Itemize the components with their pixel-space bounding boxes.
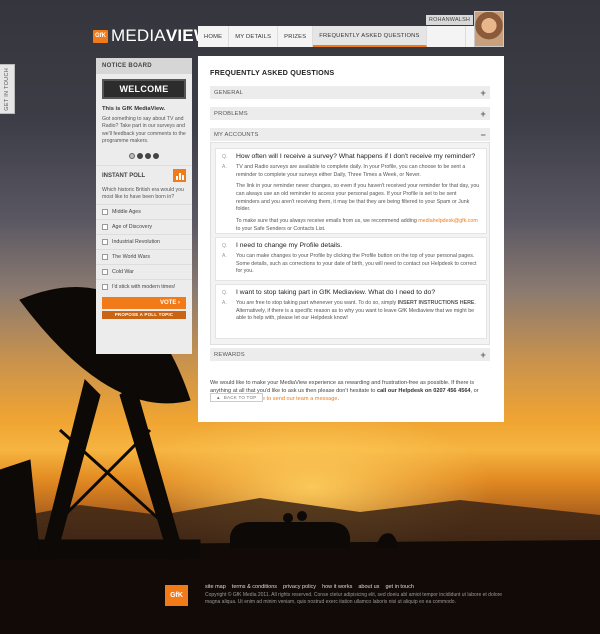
arrow-up-icon: ▲ — [216, 395, 221, 400]
checkbox[interactable] — [102, 253, 108, 260]
poll-option[interactable]: Cold War — [96, 263, 192, 279]
footer-link-about[interactable]: about us — [358, 584, 379, 590]
faq-answer: You are free to stop taking part wheneve… — [222, 300, 480, 323]
poll-option[interactable]: The World Wars — [96, 248, 192, 264]
faq-panel: FREQUENTLY ASKED QUESTIONS GENERAL + PRO… — [198, 56, 504, 422]
nav-home[interactable]: HOME — [198, 26, 230, 47]
poll-option[interactable]: Industrial Revolution — [96, 233, 192, 249]
footer-links: site map terms & conditions privacy poli… — [205, 584, 414, 590]
faq-item: I want to stop taking part in GfK Mediav… — [215, 284, 487, 339]
accordion-rewards[interactable]: REWARDS + — [210, 348, 490, 361]
checkbox[interactable] — [102, 223, 108, 230]
bar-chart-icon — [173, 169, 186, 183]
footer-link-contact[interactable]: get in touch — [385, 584, 413, 590]
username-label: ROHANWALSH — [426, 15, 473, 25]
faq-answer: To make sure that you always receive ema… — [236, 218, 478, 232]
copyright-text: Copyright © GfK Media 2011. All rights r… — [205, 592, 503, 605]
footer-link-site-map[interactable]: site map — [205, 584, 226, 590]
nav-my-details[interactable]: MY DETAILS — [229, 26, 279, 47]
carousel-dot[interactable] — [145, 153, 151, 160]
poll-question: Which historic British era would you mos… — [102, 187, 184, 201]
page-title: FREQUENTLY ASKED QUESTIONS — [210, 68, 335, 77]
notice-board-sidebar: NOTICE BOARD WELCOME This is GfK MediaVi… — [96, 58, 192, 354]
expand-plus-icon: + — [480, 108, 486, 119]
expand-plus-icon: + — [480, 87, 486, 98]
nav-faq[interactable]: FREQUENTLY ASKED QUESTIONS — [313, 26, 427, 47]
footer-link-privacy[interactable]: privacy policy — [283, 584, 316, 590]
main-nav: HOME MY DETAILS PRIZES FREQUENTLY ASKED … — [198, 26, 504, 47]
instant-poll-header: INSTANT POLL — [96, 165, 192, 185]
propose-poll-button[interactable]: PROPOSE A POLL TOPIC — [102, 310, 186, 319]
checkbox[interactable] — [102, 238, 108, 245]
faq-question: I want to stop taking part in GfK Mediav… — [222, 289, 480, 296]
carousel-dot[interactable] — [137, 153, 143, 160]
accordion-problems[interactable]: PROBLEMS + — [210, 107, 490, 120]
poll-option[interactable]: Age of Discovery — [96, 218, 192, 234]
faq-item: I need to change my Profile details. You… — [215, 237, 487, 281]
nav-prizes[interactable]: PRIZES — [278, 26, 314, 47]
vote-button[interactable]: VOTE › — [102, 296, 186, 309]
gfk-footer-logo[interactable]: GfK — [165, 585, 188, 606]
brand-name: MEDIAVIEW — [111, 26, 211, 45]
faq-question: How often will I receive a survey? What … — [222, 153, 480, 160]
checkbox[interactable] — [102, 283, 108, 290]
avatar[interactable] — [474, 11, 504, 47]
checkbox[interactable] — [102, 268, 108, 275]
footer-link-terms[interactable]: terms & conditions — [232, 584, 277, 590]
faq-answer: TV and Radio surveys are available to co… — [222, 164, 480, 179]
carousel-dot[interactable] — [153, 153, 159, 160]
carousel-dot[interactable] — [129, 153, 135, 160]
notice-board-title: NOTICE BOARD — [96, 58, 192, 74]
checkbox[interactable] — [102, 208, 108, 215]
expand-plus-icon: + — [480, 349, 486, 360]
get-in-touch-tab[interactable]: GET IN TOUCH — [0, 64, 15, 114]
welcome-banner: WELCOME — [102, 79, 186, 99]
intro-heading: This is GfK MediaView. — [102, 106, 166, 112]
faq-answer: You can make changes to your Profile by … — [222, 253, 480, 276]
helpdesk-email-link[interactable]: mediahelpdesk@gfk.com — [418, 218, 478, 224]
poll-option[interactable]: I'd stick with modern times! — [96, 278, 192, 294]
get-in-touch-label: GET IN TOUCH — [4, 67, 10, 111]
accordion-my-accounts[interactable]: MY ACCOUNTS − — [210, 128, 490, 141]
gfk-badge: GfK — [93, 29, 108, 43]
footer-link-how-it-works[interactable]: how it works — [322, 584, 352, 590]
mediaview-logo[interactable]: GfK MEDIAVIEW — [93, 26, 210, 46]
poll-option[interactable]: Middle Ages — [96, 203, 192, 219]
my-accounts-content: How often will I receive a survey? What … — [210, 142, 490, 345]
carousel-dots — [96, 153, 192, 160]
collapse-minus-icon: − — [480, 129, 486, 140]
faq-item: How often will I receive a survey? What … — [215, 148, 487, 234]
instant-poll-title: INSTANT POLL — [102, 172, 146, 179]
faq-answer: The link in your reminder never changes,… — [236, 183, 480, 213]
faq-question: I need to change my Profile details. — [222, 242, 480, 249]
back-to-top-button[interactable]: ▲ BACK TO TOP — [210, 393, 263, 402]
intro-text: Got something to say about TV and Radio?… — [102, 116, 186, 144]
accordion-general[interactable]: GENERAL + — [210, 86, 490, 99]
